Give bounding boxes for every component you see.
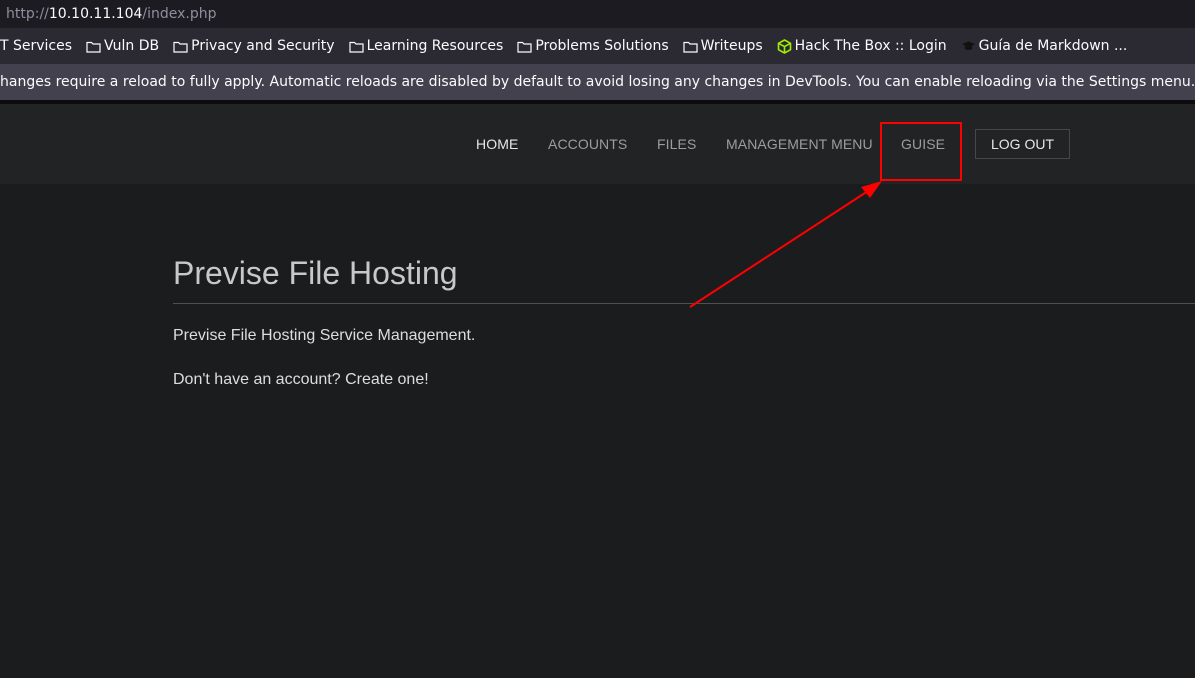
annotation-arrow-head bbox=[861, 181, 882, 198]
annotation-arrow bbox=[689, 181, 882, 308]
annotation-arrow-line bbox=[689, 190, 869, 308]
